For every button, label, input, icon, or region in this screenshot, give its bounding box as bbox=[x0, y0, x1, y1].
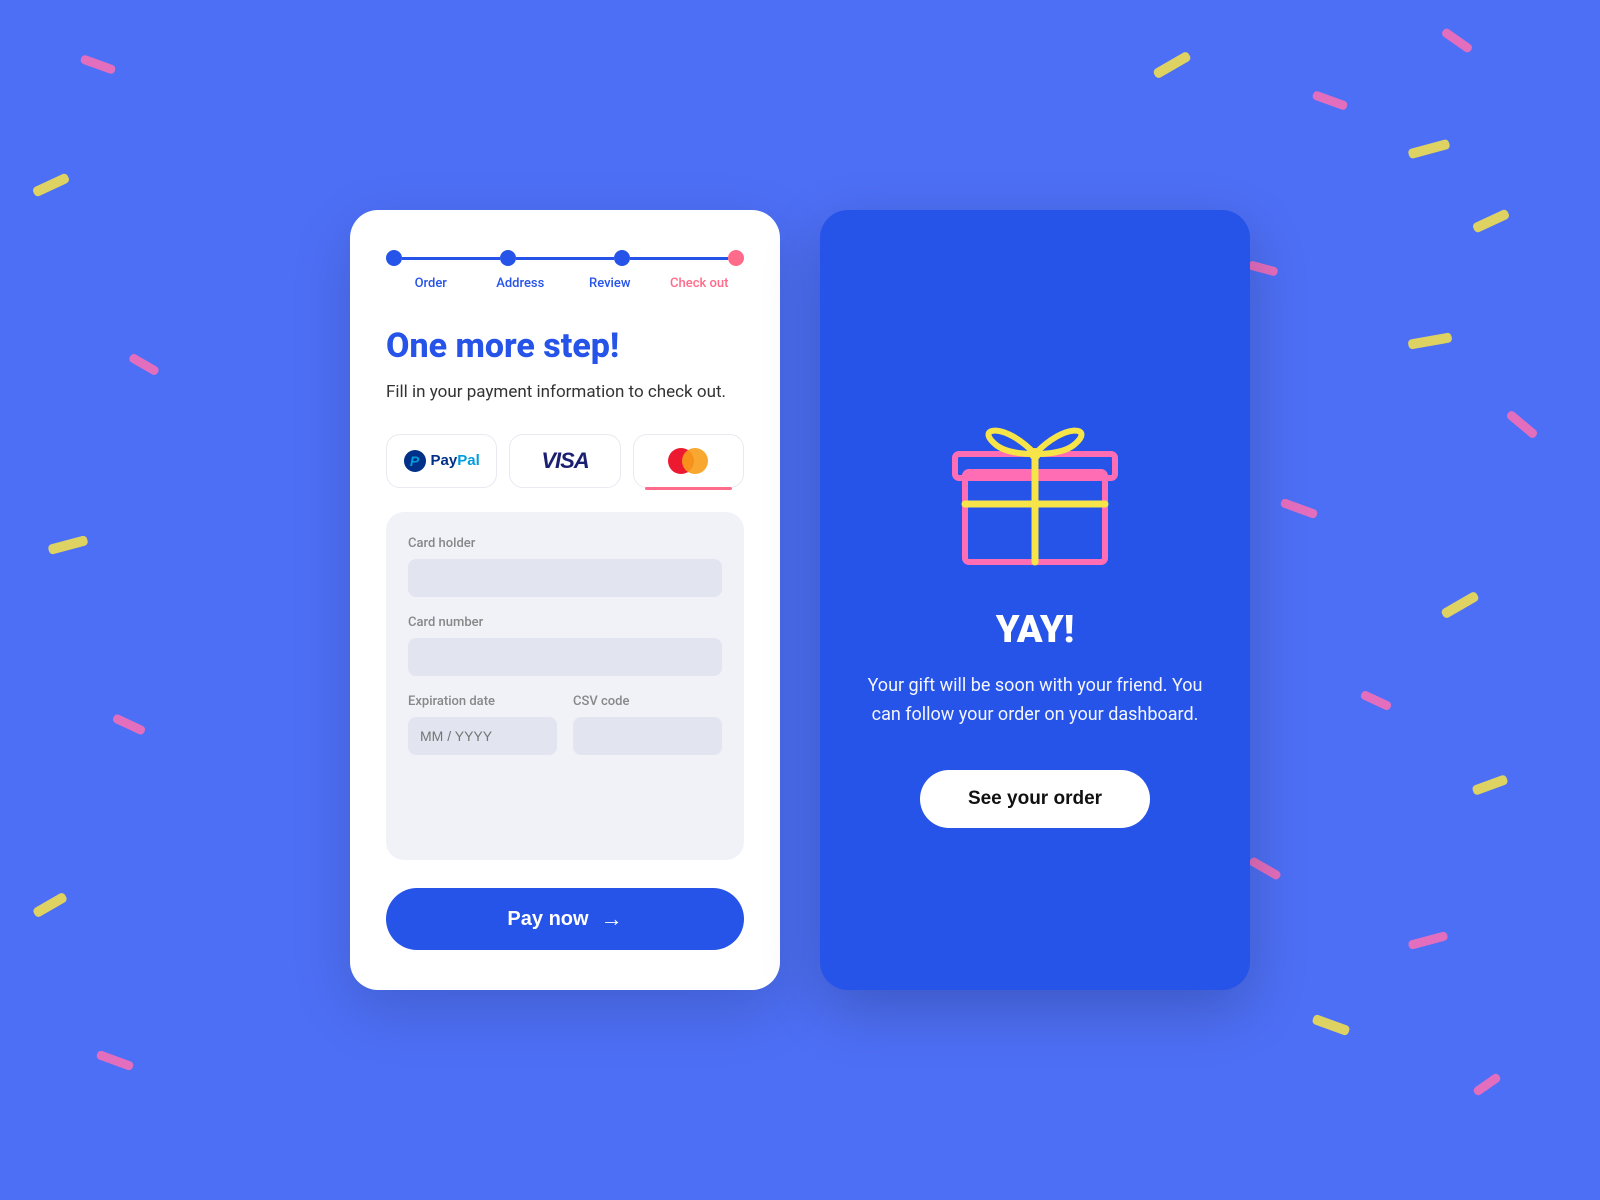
confetti-stroke-2 bbox=[1407, 139, 1450, 160]
csv-group: CSV code bbox=[573, 694, 722, 755]
step-line-3 bbox=[630, 257, 728, 260]
step-line-1 bbox=[402, 257, 500, 260]
confetti-stroke-3 bbox=[1440, 27, 1473, 54]
yay-title: YAY! bbox=[996, 608, 1075, 652]
payment-card: Order Address Review Check out One more … bbox=[350, 210, 780, 990]
steps-labels: Order Address Review Check out bbox=[386, 276, 744, 291]
pay-now-button[interactable]: Pay now → bbox=[386, 888, 744, 950]
step-dot-address bbox=[500, 250, 516, 266]
confetti-stroke-15 bbox=[1472, 1072, 1502, 1097]
visa-button[interactable]: VISA bbox=[509, 434, 620, 488]
step-label-order: Order bbox=[386, 276, 476, 291]
main-heading: One more step! bbox=[386, 327, 744, 366]
step-line-2 bbox=[516, 257, 614, 260]
confetti-stroke-10 bbox=[1360, 690, 1393, 712]
csv-input[interactable] bbox=[573, 717, 722, 755]
card-number-group: Card number bbox=[408, 615, 722, 676]
confetti-stroke-0 bbox=[1152, 51, 1192, 80]
expiration-input[interactable] bbox=[408, 717, 557, 755]
see-order-button[interactable]: See your order bbox=[920, 770, 1150, 828]
expiry-csv-row: Expiration date CSV code bbox=[408, 694, 722, 773]
yay-description: Your gift will be soon with your friend.… bbox=[856, 672, 1214, 730]
payment-methods: P PayPal VISA bbox=[386, 434, 744, 488]
confetti-stroke-1 bbox=[1312, 90, 1349, 111]
confetti-stroke-19 bbox=[47, 535, 88, 555]
mastercard-logo bbox=[668, 448, 708, 474]
step-label-checkout: Check out bbox=[655, 276, 745, 291]
paypal-p-icon: P bbox=[404, 450, 426, 472]
gift-illustration bbox=[935, 372, 1135, 572]
confetti-stroke-20 bbox=[112, 713, 147, 736]
step-label-review: Review bbox=[565, 276, 655, 291]
step-label-address: Address bbox=[476, 276, 566, 291]
card-holder-label: Card holder bbox=[408, 536, 722, 551]
paypal-text: PayPal bbox=[431, 452, 480, 469]
mastercard-button[interactable] bbox=[633, 434, 744, 488]
confetti-stroke-22 bbox=[96, 1050, 135, 1071]
confetti-stroke-4 bbox=[1472, 208, 1511, 233]
confetti-stroke-17 bbox=[32, 172, 71, 197]
confetti-stroke-6 bbox=[1407, 332, 1452, 349]
step-dot-checkout bbox=[728, 250, 744, 266]
step-dot-order bbox=[386, 250, 402, 266]
progress-bar: Order Address Review Check out bbox=[386, 250, 744, 291]
pay-arrow-icon: → bbox=[601, 906, 623, 932]
confetti-stroke-11 bbox=[1471, 774, 1508, 796]
pay-button-label: Pay now bbox=[507, 908, 588, 931]
card-holder-input[interactable] bbox=[408, 559, 722, 597]
confetti-stroke-16 bbox=[80, 54, 117, 75]
confetti-stroke-18 bbox=[128, 353, 160, 377]
success-card: YAY! Your gift will be soon with your fr… bbox=[820, 210, 1250, 990]
confetti-stroke-21 bbox=[32, 892, 68, 919]
expiration-group: Expiration date bbox=[408, 694, 557, 755]
mc-orange-circle bbox=[682, 448, 708, 474]
confetti-stroke-14 bbox=[1311, 1014, 1350, 1036]
csv-label: CSV code bbox=[573, 694, 722, 709]
confetti-stroke-7 bbox=[1505, 409, 1538, 439]
card-number-input[interactable] bbox=[408, 638, 722, 676]
confetti-stroke-13 bbox=[1408, 931, 1449, 950]
confetti-stroke-9 bbox=[1440, 591, 1480, 620]
expiration-label: Expiration date bbox=[408, 694, 557, 709]
cards-wrapper: Order Address Review Check out One more … bbox=[350, 210, 1250, 990]
sub-heading: Fill in your payment information to chec… bbox=[386, 380, 744, 406]
steps-line bbox=[386, 250, 744, 266]
visa-logo: VISA bbox=[541, 448, 588, 474]
card-number-label: Card number bbox=[408, 615, 722, 630]
step-dot-review bbox=[614, 250, 630, 266]
confetti-stroke-12 bbox=[1248, 856, 1282, 881]
paypal-logo: P PayPal bbox=[404, 450, 480, 472]
card-holder-group: Card holder bbox=[408, 536, 722, 597]
confetti-stroke-5 bbox=[1247, 260, 1278, 276]
confetti-stroke-8 bbox=[1280, 498, 1319, 519]
paypal-button[interactable]: P PayPal bbox=[386, 434, 497, 488]
card-form: Card holder Card number Expiration date … bbox=[386, 512, 744, 860]
